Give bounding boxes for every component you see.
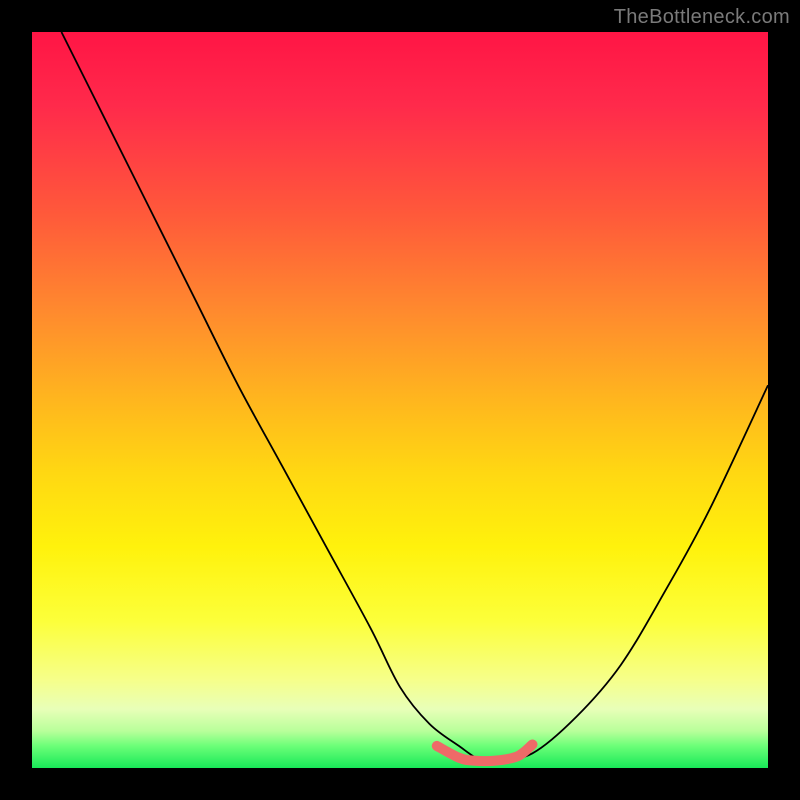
bottleneck-curve <box>61 32 768 762</box>
chart-svg <box>32 32 768 768</box>
bottom-accent-curve <box>437 744 533 761</box>
attribution-label: TheBottleneck.com <box>614 6 790 29</box>
outer-frame: TheBottleneck.com <box>0 0 800 800</box>
chart-plot-area <box>32 32 768 768</box>
